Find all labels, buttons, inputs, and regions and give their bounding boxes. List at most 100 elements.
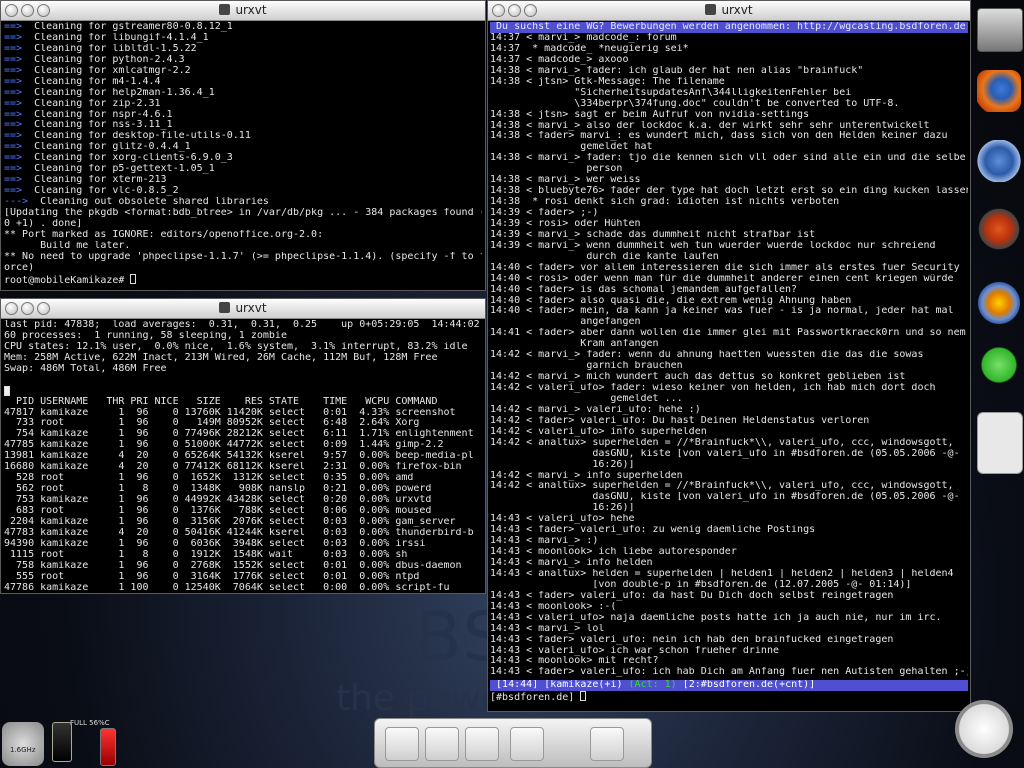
image-viewer-icon[interactable] (465, 727, 499, 761)
desktop-icon[interactable] (590, 727, 624, 761)
shell-prompt[interactable]: root@mobileKamikaze# (4, 273, 482, 285)
top-cursor-line (4, 385, 482, 397)
chat-line: 14:38 < marvi_> also der lockdoc k.a. de… (490, 120, 930, 131)
top-output[interactable]: last pid: 47838; load averages: 0.31, 0.… (1, 319, 485, 593)
terminal-icon (219, 4, 231, 15)
chat-line: 14:38 * rosi denkt sich grad: idioten is… (490, 197, 840, 208)
pager-icon[interactable] (385, 727, 419, 761)
chat-line: 14:38 < marvi_> fader: ich glaub der hat… (490, 65, 864, 76)
minimize-button[interactable] (21, 4, 34, 17)
chat-log[interactable]: 14:37 < marvi_> madcode_: forum 14:37 * m… (490, 33, 968, 678)
chat-line: 14:38 < marvi_> fader: tjo die kennen si… (490, 153, 966, 164)
maximize-button[interactable] (524, 4, 537, 17)
process-row: 16680 kamikaze 4 20 0 77412K 68112K kser… (4, 462, 462, 473)
minimize-button[interactable] (21, 302, 34, 315)
top-header-line: CPU states: 12.1% user, 0.0% nice, 1.6% … (4, 341, 468, 352)
title-bar[interactable]: urxvt (488, 1, 970, 21)
process-row: 2204 kamikaze 1 96 0 3156K 2076K select … (4, 516, 456, 527)
output-line: Build me later. (4, 241, 482, 252)
chat-line: 14:38 < fader> marvi_: es wundert mich, … (490, 131, 948, 142)
terminal-window-top[interactable]: urxvt last pid: 47838; load averages: 0.… (0, 298, 486, 594)
chat-line: 14:43 < moonlook> mit recht? (490, 656, 659, 667)
process-row: 47783 kamikaze 4 20 0 50416K 41244K kser… (4, 527, 474, 538)
output-line: ==> Cleaning for gstreamer80-0.8.12_1 (4, 22, 482, 33)
chat-line: 14:43 < valeri_ufo> naja daemliche posts… (490, 612, 942, 623)
chat-line: 14:42 < valeri_ufo> fader: wieso keiner … (490, 383, 936, 393)
process-row: 754 kamikaze 1 96 0 77496K 28212K select… (4, 429, 474, 440)
process-row: 758 kamikaze 1 96 0 2768K 1552K select 0… (4, 560, 462, 571)
output-line: ==> Cleaning for help2man-1.36.4_1 (4, 88, 482, 99)
maximize-button[interactable] (37, 302, 50, 315)
chat-line: 14:43 < fader> valeri_ufo: zu wenig daem… (490, 525, 816, 536)
terminal-window-irssi[interactable]: urxvt Du suchst eine WG? Bewerbungen wer… (487, 0, 971, 712)
empty-slot-icon[interactable] (510, 727, 544, 761)
output-line: ==> Cleaning for libungif-4.1.4_1 (4, 33, 482, 44)
top-header-line: Swap: 486M Total, 486M Free (4, 363, 167, 374)
line-text: [Updating the pkgdb <format:bdb_btree> i… (4, 207, 482, 218)
minimize-button[interactable] (508, 4, 521, 17)
maximize-button[interactable] (37, 4, 50, 17)
output-line: ==> Cleaning for glitz-0.4.4_1 (4, 142, 482, 153)
title-bar[interactable]: urxvt (1, 299, 485, 319)
terminal-window-portupgrade[interactable]: urxvt ==> Cleaning for gstreamer80-0.8.1… (0, 0, 486, 291)
process-row: 683 root 1 96 0 1376K 788K select 0:06 0… (4, 505, 432, 516)
output-line: ==> Cleaning for python-2.4.3 (4, 55, 482, 66)
chat-line: 14:42 < analtux> superhelden = //*Brainf… (490, 437, 954, 448)
close-button[interactable] (5, 4, 18, 17)
chat-line: 14:43 < moonlook> :-( (490, 601, 617, 612)
arrow-marker: ==> (4, 87, 23, 98)
close-button[interactable] (492, 4, 505, 17)
chat-line: gemeldet ... (490, 393, 683, 404)
xmms-icon[interactable] (977, 208, 1021, 250)
clock-icon[interactable] (955, 700, 1013, 758)
gaim-icon[interactable] (977, 412, 1023, 474)
chat-line: 14:43 < analtux> helden = superhelden | … (490, 568, 954, 579)
title-bar[interactable]: urxvt (1, 1, 485, 21)
arrow-marker: ==> (4, 54, 23, 65)
chat-line: 14:43 < fader> valeri_ufo: da hast Du Di… (490, 590, 894, 601)
status-activity: (Act: 1) (628, 680, 677, 691)
arrow-marker: ==> (4, 120, 23, 131)
close-button[interactable] (5, 302, 18, 315)
output-line: orce) (4, 263, 482, 274)
chat-line: 14:38 < jtsn> sagt er beim Aufruf von nv… (490, 109, 810, 120)
chat-line: 14:40 < fader> vor allem interessieren d… (490, 262, 960, 273)
arrow-marker: ==> (4, 109, 23, 120)
terminal-icon (219, 302, 231, 313)
chat-line: 14:38 < jtsn> Gtk-Message: The filename (490, 76, 725, 87)
battery-icon[interactable] (52, 722, 72, 762)
line-text: orce) (4, 262, 35, 273)
chat-line: 14:42 < valeri_ufo> info superhelden (490, 426, 707, 437)
arrow-marker: ==> (4, 186, 23, 197)
chat-line: 14:37 < marvi_> madcode_: forum (490, 33, 677, 43)
chat-line: 14:43 < fader> valeri_ufo: nein ich hab … (490, 634, 894, 645)
chat-line: garnich brauchen (490, 361, 683, 372)
line-text: Build me later. (4, 240, 131, 251)
chat-line: 14:38 < bluebyte76> fader der type hat d… (490, 186, 968, 197)
thunderbird-icon[interactable] (977, 140, 1021, 182)
chat-line: 14:42 < marvi_> valeri_ufo: hehe :) (490, 404, 701, 415)
chat-line: 14:43 < valeri_ufo> ich war schon fruehe… (490, 645, 779, 656)
terminal-output[interactable]: ==> Cleaning for gstreamer80-0.8.12_1 ==>… (1, 21, 485, 285)
firefox-icon[interactable] (977, 70, 1021, 112)
chat-line: 14:43 < marvi_> :) (490, 536, 599, 547)
cpu-monitor[interactable] (2, 722, 44, 766)
irc-input-line[interactable]: [#bsdforen.de] (490, 691, 968, 704)
terminal-dock-icon[interactable] (977, 8, 1023, 52)
input-prompt: [#bsdforen.de] (490, 692, 581, 704)
output-line: ==> Cleaning for xterm-213 (4, 175, 482, 186)
status-window: [2:#bsdforen.de(+cnt)] (682, 680, 816, 691)
gimp-icon[interactable] (425, 727, 459, 761)
status-user: [kamikaze(+i) (544, 680, 623, 691)
terminal-icon (705, 4, 717, 15)
chat-line: 14:43 < valeri_ufo> hehe (490, 514, 635, 525)
output-line: ==> Cleaning for libltdl-1.5.22 (4, 44, 482, 55)
bottom-dock (374, 718, 652, 768)
output-line: 0 +1) . done] (4, 219, 482, 230)
battery-level-bar (100, 728, 116, 766)
battery-label: FULL 56%C (70, 719, 110, 727)
skype-icon[interactable] (977, 344, 1021, 386)
chat-line: 14:42 < analtux> superhelden = //*Brainf… (490, 481, 954, 492)
line-text: Cleaning for p5-gettext-1.05_1 (22, 164, 215, 175)
system-tool-icon[interactable] (977, 282, 1021, 324)
